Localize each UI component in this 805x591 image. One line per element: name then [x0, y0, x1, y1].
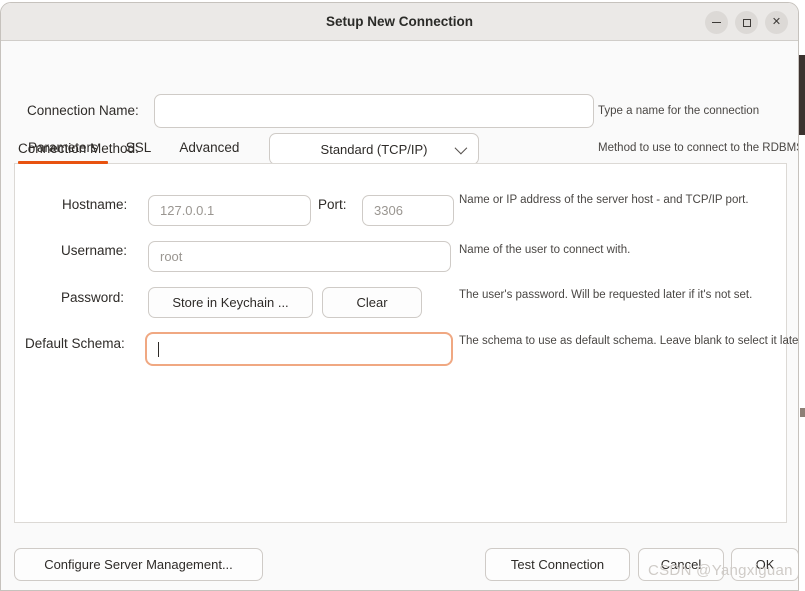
- test-connection-button[interactable]: Test Connection: [485, 548, 630, 581]
- dialog-footer: Configure Server Management... Test Conn…: [1, 538, 798, 590]
- tab-bar: Parameters SSL Advanced: [14, 132, 787, 164]
- store-in-keychain-button[interactable]: Store in Keychain ...: [148, 287, 313, 318]
- connection-name-input[interactable]: [154, 94, 594, 128]
- background-window-strip-lower: [800, 408, 805, 417]
- window-title: Setup New Connection: [325, 14, 473, 29]
- configure-server-management-button[interactable]: Configure Server Management...: [14, 548, 263, 581]
- maximize-icon: [742, 18, 751, 27]
- username-hint: Name of the user to connect with.: [459, 244, 631, 256]
- port-label: Port:: [318, 197, 347, 212]
- close-icon: ✕: [771, 16, 782, 28]
- top-form: Connection Name: Type a name for the con…: [1, 41, 798, 165]
- window-controls: ✕: [705, 11, 788, 34]
- default-schema-input[interactable]: [145, 332, 453, 366]
- hostname-input[interactable]: 127.0.0.1: [148, 195, 311, 226]
- title-bar: Setup New Connection ✕: [1, 3, 798, 41]
- tab-ssl[interactable]: SSL: [112, 140, 166, 163]
- port-input[interactable]: 3306: [362, 195, 454, 226]
- minimize-button[interactable]: [705, 11, 728, 34]
- close-button[interactable]: ✕: [765, 11, 788, 34]
- connection-name-hint: Type a name for the connection: [598, 105, 760, 117]
- tab-advanced[interactable]: Advanced: [165, 140, 253, 163]
- default-schema-label: Default Schema:: [25, 336, 125, 351]
- password-hint: The user's password. Will be requested l…: [459, 289, 753, 301]
- username-input[interactable]: root: [148, 241, 451, 272]
- connection-name-label: Connection Name:: [27, 103, 139, 118]
- default-schema-hint: The schema to use as default schema. Lea…: [459, 335, 799, 347]
- hostname-label: Hostname:: [62, 197, 128, 212]
- parameters-panel: Hostname: 127.0.0.1 Port: 3306 Name or I…: [14, 164, 798, 523]
- setup-new-connection-dialog: Setup New Connection ✕ Connection Name: …: [0, 2, 799, 591]
- tab-parameters[interactable]: Parameters: [14, 140, 112, 164]
- minimize-icon: [712, 22, 721, 23]
- background-window-strip: [798, 55, 805, 135]
- cancel-button[interactable]: Cancel: [638, 548, 724, 581]
- password-label: Password:: [61, 290, 125, 305]
- hostname-port-hint: Name or IP address of the server host - …: [459, 194, 749, 206]
- username-label: Username:: [61, 243, 128, 258]
- clear-password-button[interactable]: Clear: [322, 287, 422, 318]
- ok-button[interactable]: OK: [731, 548, 798, 581]
- maximize-button[interactable]: [735, 11, 758, 34]
- text-cursor: [158, 341, 159, 357]
